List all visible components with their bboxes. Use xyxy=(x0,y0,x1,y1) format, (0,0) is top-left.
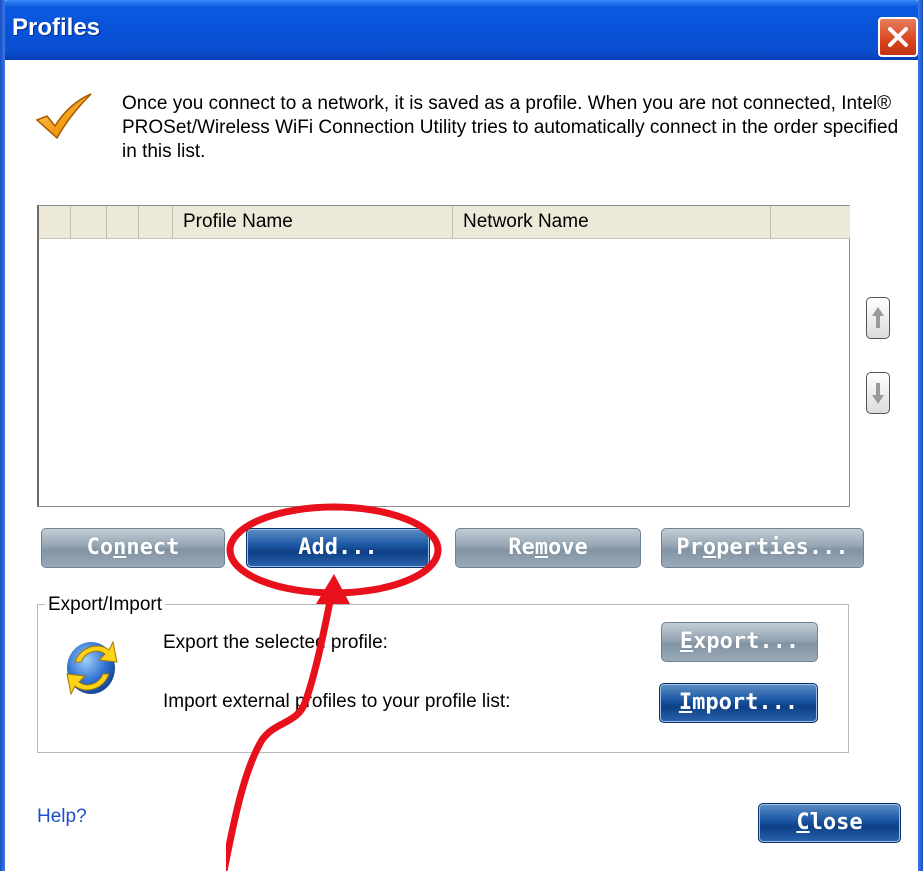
close-button[interactable]: Close xyxy=(758,803,901,843)
add-button[interactable]: Add... xyxy=(246,528,430,568)
export-button[interactable]: Export... xyxy=(661,622,818,662)
export-label: Export the selected profile: xyxy=(163,632,388,653)
remove-button[interactable]: Remove xyxy=(455,528,641,568)
column-header-network-name[interactable]: Network Name xyxy=(453,206,771,238)
intro-text: Once you connect to a network, it is sav… xyxy=(122,93,899,162)
import-button[interactable]: Import... xyxy=(659,683,818,723)
export-import-arrows-icon xyxy=(66,640,118,696)
window-frame-right xyxy=(918,0,923,871)
close-x-icon[interactable] xyxy=(878,17,918,57)
arrow-up-icon xyxy=(872,307,884,328)
import-label: Import external profiles to your profile… xyxy=(163,691,511,712)
column-header-icon3[interactable] xyxy=(107,206,139,238)
move-up-button[interactable] xyxy=(866,297,890,339)
column-header-icon2[interactable] xyxy=(71,206,107,238)
help-link[interactable]: Help? xyxy=(37,806,87,828)
profile-list[interactable]: Profile Name Network Name xyxy=(37,205,850,507)
checkmark-icon xyxy=(35,93,92,140)
profiles-dialog: Profiles Once you connect to a network, … xyxy=(0,0,923,871)
properties-button[interactable]: Properties... xyxy=(661,528,864,568)
connect-button[interactable]: Connect xyxy=(41,528,225,568)
column-header-profile-name[interactable]: Profile Name xyxy=(173,206,453,238)
profile-list-header: Profile Name Network Name xyxy=(39,206,850,239)
column-header-icon1[interactable] xyxy=(39,206,71,238)
move-down-button[interactable] xyxy=(866,372,890,414)
export-import-legend: Export/Import xyxy=(45,594,166,616)
annotation-arrow-head xyxy=(316,574,350,604)
column-header-icon4[interactable] xyxy=(139,206,173,238)
window-frame-left xyxy=(0,0,5,871)
arrow-down-icon xyxy=(872,383,884,404)
window-title: Profiles xyxy=(12,14,101,41)
title-bar[interactable]: Profiles xyxy=(0,0,923,60)
column-header-extra[interactable] xyxy=(771,206,850,238)
